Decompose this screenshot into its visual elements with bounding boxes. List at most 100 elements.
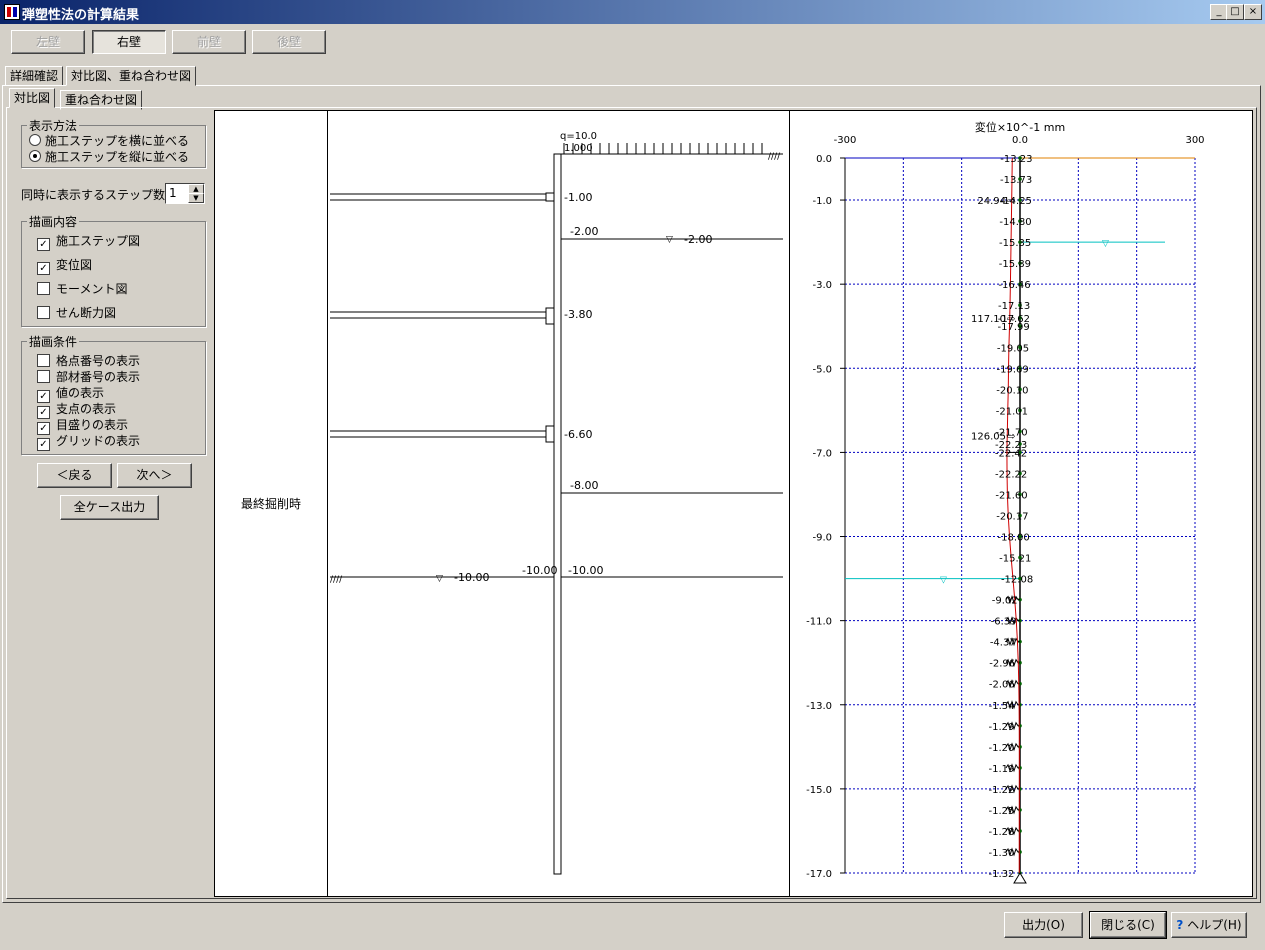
- ground-hatch-icon: ////: [330, 575, 343, 585]
- value-label: -21.01: [996, 406, 1028, 417]
- maximize-button[interactable]: □: [1226, 4, 1244, 20]
- checkbox-item[interactable]: 部材番号の表示: [37, 368, 140, 385]
- y-tick-label: -13.0: [806, 701, 832, 712]
- tab-details[interactable]: 詳細確認: [5, 66, 64, 86]
- spin-down-icon[interactable]: ▼: [188, 193, 204, 203]
- radio-horizontal-label: 施工ステップを横に並べる: [45, 134, 190, 148]
- draw-conditions-title: 描画条件: [27, 333, 80, 350]
- radio-horizontal-indicator[interactable]: [29, 134, 41, 146]
- checkbox-label: 目盛りの表示: [56, 418, 129, 432]
- step-count-value[interactable]: 1: [169, 186, 177, 200]
- water-level-icon: ▽: [436, 574, 443, 584]
- value-label: -1.29: [989, 722, 1015, 733]
- checkbox-label: 支点の表示: [56, 402, 117, 416]
- value-labels: -13.23-13.73-14.25-14.80-15.35-15.89-16.…: [988, 154, 1033, 880]
- value-label: -4.37: [990, 638, 1016, 649]
- left-wall-button[interactable]: 左壁: [11, 30, 85, 54]
- x-axis-ticks: -300 0.0 300: [834, 135, 1205, 146]
- title-bar: 弾塑性法の計算結果 _ □ ×: [0, 0, 1265, 24]
- help-button[interactable]: ? ヘルプ(H): [1171, 912, 1247, 938]
- checkbox-item[interactable]: ✓ 施工ステップ図: [37, 232, 140, 251]
- checkbox-item[interactable]: ✓ 変位図: [37, 256, 92, 275]
- y-tick-label: 0.0: [816, 154, 832, 165]
- next-button[interactable]: 次へ＞: [117, 463, 192, 488]
- y-tick-label: -15.0: [806, 785, 832, 796]
- sheet-pile-wall: [553, 153, 562, 875]
- load-label: q=10.0: [560, 131, 597, 142]
- value-label: -1.30: [989, 848, 1015, 859]
- value-label: -1.22: [989, 785, 1015, 796]
- output-button[interactable]: 出力(O): [1004, 912, 1083, 938]
- checkbox-icon[interactable]: ✓: [37, 238, 50, 251]
- radio-horizontal[interactable]: 施工ステップを横に並べる: [29, 132, 189, 149]
- tab-contrast[interactable]: 対比図: [9, 88, 56, 108]
- checkbox-label: グリッドの表示: [56, 434, 141, 448]
- value-label: -13.23: [1000, 154, 1032, 165]
- checkbox-icon[interactable]: [37, 370, 50, 383]
- x-tick-label: 0.0: [1012, 135, 1028, 146]
- level-label: -8.00: [570, 479, 598, 492]
- y-tick-label: -5.0: [812, 364, 832, 375]
- x-tick-label: -300: [834, 135, 857, 146]
- checkbox-label: 施工ステップ図: [56, 234, 141, 248]
- checkbox-icon[interactable]: [37, 282, 50, 295]
- value-label: -2.06: [989, 680, 1015, 691]
- checkbox-item[interactable]: せん断力図: [37, 304, 116, 321]
- checkbox-item[interactable]: モーメント図: [37, 280, 128, 297]
- step-count-spinner[interactable]: 1 ▲ ▼: [165, 183, 205, 204]
- step-count-label: 同時に表示するステップ数: [21, 188, 166, 202]
- checkbox-icon[interactable]: [37, 354, 50, 367]
- water-level-icon: ▽: [666, 235, 673, 245]
- strut-2: [330, 307, 555, 325]
- checkbox-label: 部材番号の表示: [56, 370, 141, 384]
- radio-vertical-indicator[interactable]: [29, 150, 41, 162]
- surcharge-load-arrows: [563, 143, 763, 154]
- value-label: -9.02: [992, 596, 1018, 607]
- level-label: -10.00: [568, 564, 603, 577]
- checkbox-label: 格点番号の表示: [56, 354, 141, 368]
- value-label: -18.00: [998, 533, 1030, 544]
- ground-hatch-icon: ////: [768, 152, 781, 162]
- value-label: -15.89: [999, 259, 1031, 270]
- checkbox-icon[interactable]: ✓: [37, 262, 50, 275]
- value-label: -1.54: [989, 701, 1015, 712]
- y-tick-label: -7.0: [812, 448, 832, 459]
- draw-content-title: 描画内容: [27, 213, 80, 230]
- checkbox-item[interactable]: 格点番号の表示: [37, 352, 140, 369]
- value-label: -1.32: [989, 869, 1015, 880]
- close-button[interactable]: 閉じる(C): [1089, 911, 1167, 939]
- strut-arrow-icon: ⇨: [1007, 196, 1015, 207]
- y-axis-ticks: 0.0 -1.0 -3.0 -5.0 -7.0 -9.0 -11.0 -13.0 -15.0 -1…: [806, 154, 845, 880]
- prev-button[interactable]: ＜戻る: [37, 463, 112, 488]
- value-label: -1.25: [989, 806, 1015, 817]
- pin-support-icon: [1013, 872, 1027, 884]
- value-label: -19.05: [997, 343, 1029, 354]
- strut-force-label: 24.94: [977, 196, 1006, 207]
- front-wall-button[interactable]: 前壁: [172, 30, 246, 54]
- output-all-button[interactable]: 全ケース出力: [60, 495, 159, 520]
- value-label: -22.22: [995, 469, 1027, 480]
- radio-vertical[interactable]: 施工ステップを縦に並べる: [29, 148, 189, 165]
- y-tick-label: -3.0: [812, 280, 832, 291]
- strut-label: -3.80: [564, 308, 592, 321]
- x-tick-label: 300: [1185, 135, 1204, 146]
- checkbox-label: 変位図: [56, 258, 93, 272]
- value-label: -1.19: [988, 764, 1014, 775]
- value-label: -21.60: [995, 490, 1027, 501]
- checkbox-icon[interactable]: ✓: [37, 438, 50, 451]
- close-window-button[interactable]: ×: [1244, 4, 1262, 20]
- strut-label: -6.60: [564, 428, 592, 441]
- strut-label: -1.00: [564, 191, 592, 204]
- checkbox-icon[interactable]: [37, 306, 50, 319]
- strut-1: [330, 192, 555, 202]
- value-label: -2.96: [989, 659, 1015, 670]
- y-tick-label: -1.0: [812, 196, 832, 207]
- value-label: -12.08: [1001, 575, 1033, 586]
- checkbox-label: モーメント図: [56, 282, 128, 296]
- checkbox-item[interactable]: ✓ グリッドの表示: [37, 432, 140, 451]
- back-wall-button[interactable]: 後壁: [252, 30, 326, 54]
- displacement-chart: 変位×10^-1 mm -300 0.0 300 0.0-1.0-3.0-5.0-7…: [806, 120, 1205, 884]
- right-wall-button[interactable]: 右壁: [92, 30, 166, 54]
- step-diagram: q=10.0 1.000 //// -1.00 -3.80 -6.60 -2.0…: [330, 131, 783, 875]
- tab-comparison[interactable]: 対比図、重ね合わせ図: [66, 66, 197, 86]
